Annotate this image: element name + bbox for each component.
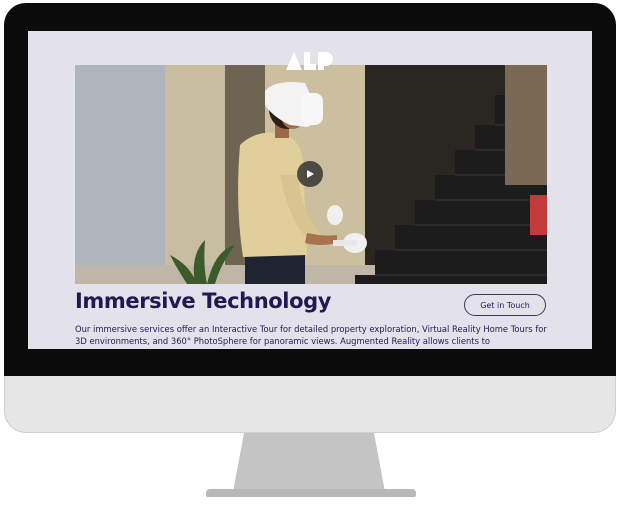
get-in-touch-button[interactable]: Get in Touch	[464, 294, 546, 316]
monitor-screen: Immersive Technology Get in Touch Our im…	[28, 31, 592, 349]
section-title: Immersive Technology	[75, 289, 332, 313]
brand-logo[interactable]	[284, 48, 336, 72]
monitor-stand-base	[206, 489, 416, 497]
section-description: Our immersive services offer an Interact…	[75, 324, 547, 346]
monitor-stand	[232, 433, 386, 497]
play-icon	[307, 170, 314, 178]
play-button[interactable]	[297, 161, 323, 187]
hero-video[interactable]	[75, 65, 547, 284]
